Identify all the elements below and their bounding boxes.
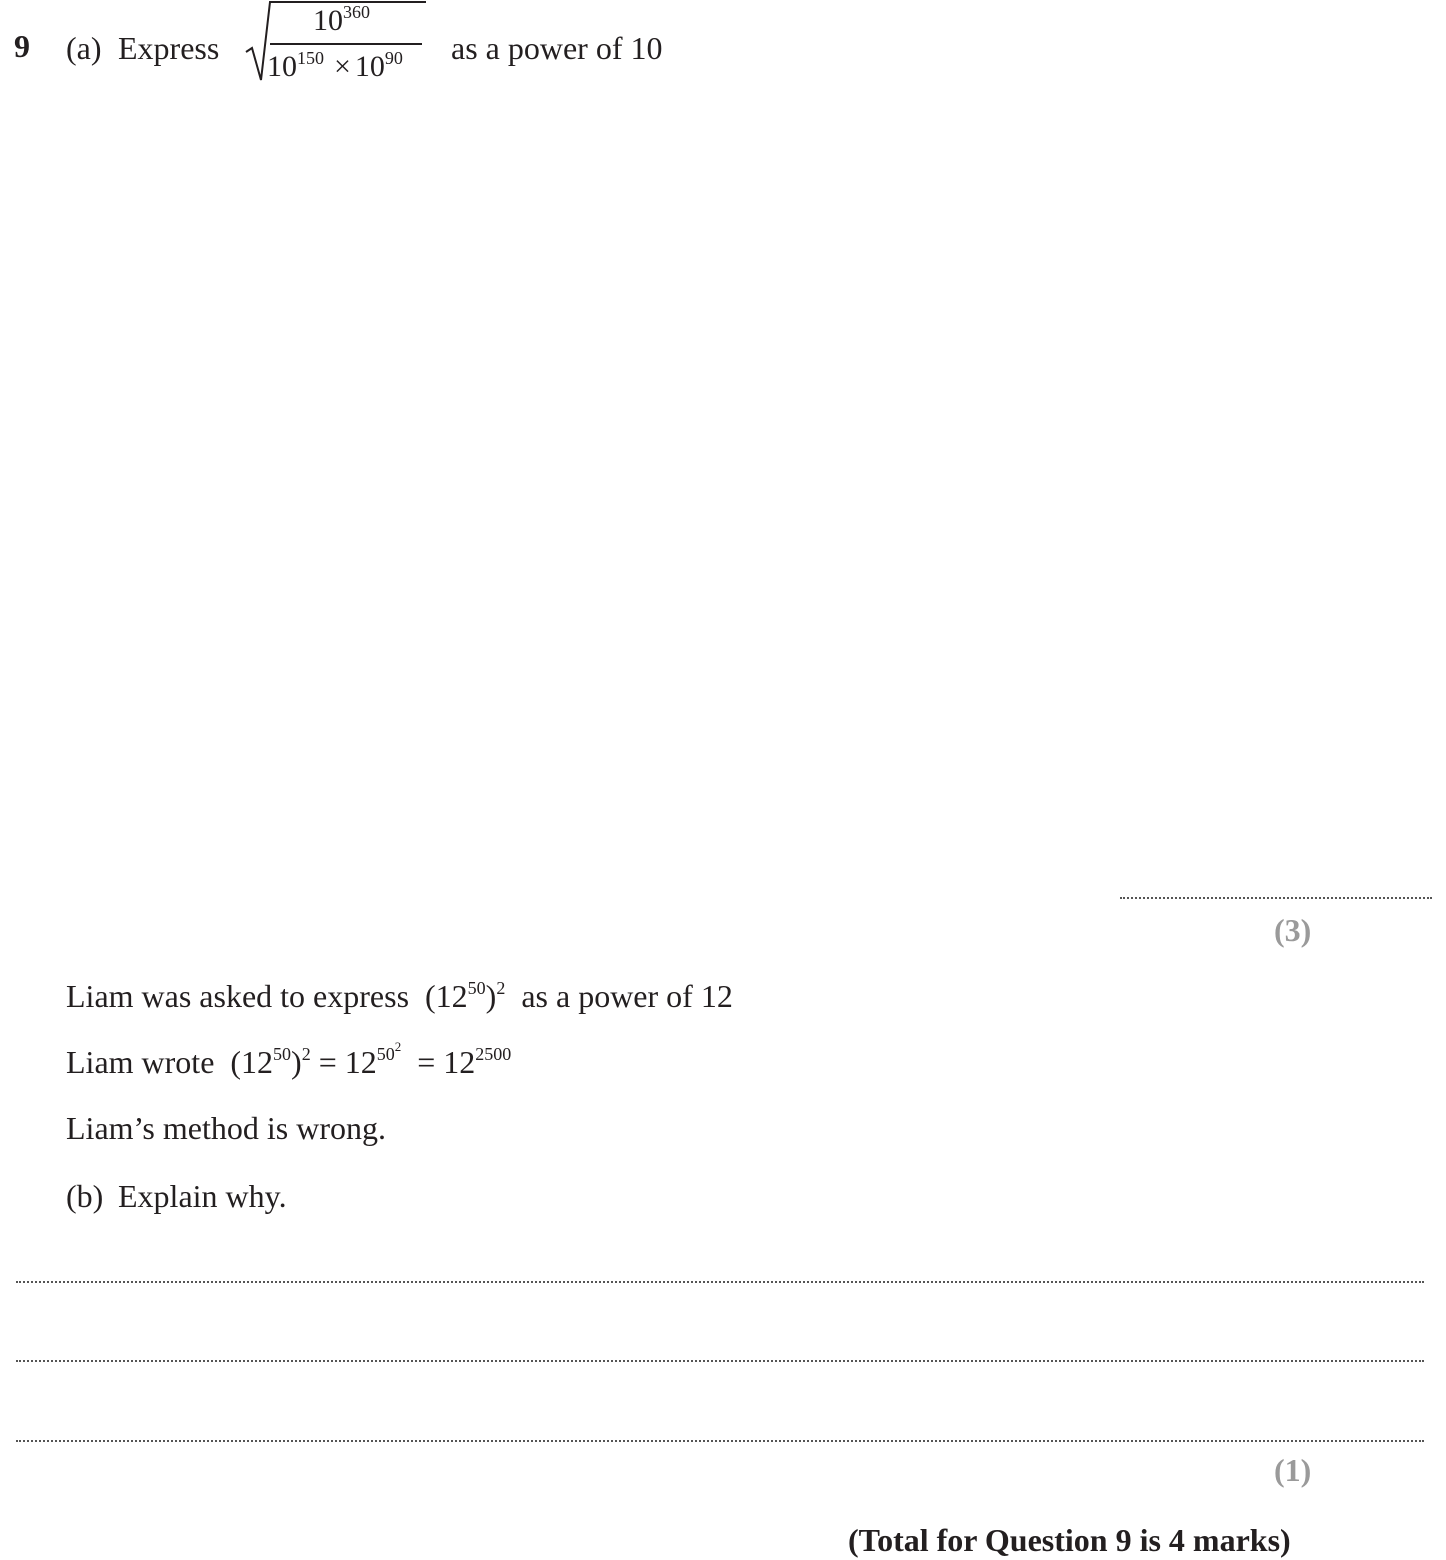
question-number: 9 [14,28,30,64]
part-b-instruction: Explain why. [118,1178,287,1214]
stem-line-1: Liam was asked to express (1250)2 as a p… [66,978,733,1014]
stem-line-2: Liam wrote (1250)2 = 12502 = 122500 [66,1039,512,1080]
stem-line-3: Liam’s method is wrong. [66,1110,386,1146]
fraction-numerator: 10360 [313,2,370,37]
part-a-label: (a) [66,30,102,66]
total-marks: (Total for Question 9 is 4 marks) [848,1522,1291,1558]
part-a-instruction: Express [118,30,220,66]
answer-line-b-3[interactable] [16,1440,1424,1442]
answer-line-a[interactable] [1120,897,1432,899]
marks-part-a: (3) [1274,912,1312,948]
part-a-suffix: as a power of 10 [451,30,663,66]
part-b-label: (b) [66,1178,104,1214]
answer-line-b-2[interactable] [16,1360,1424,1362]
fraction-denominator: 10150 × 1090 [267,48,403,83]
marks-part-b: (1) [1274,1452,1312,1488]
answer-line-b-1[interactable] [16,1281,1424,1283]
